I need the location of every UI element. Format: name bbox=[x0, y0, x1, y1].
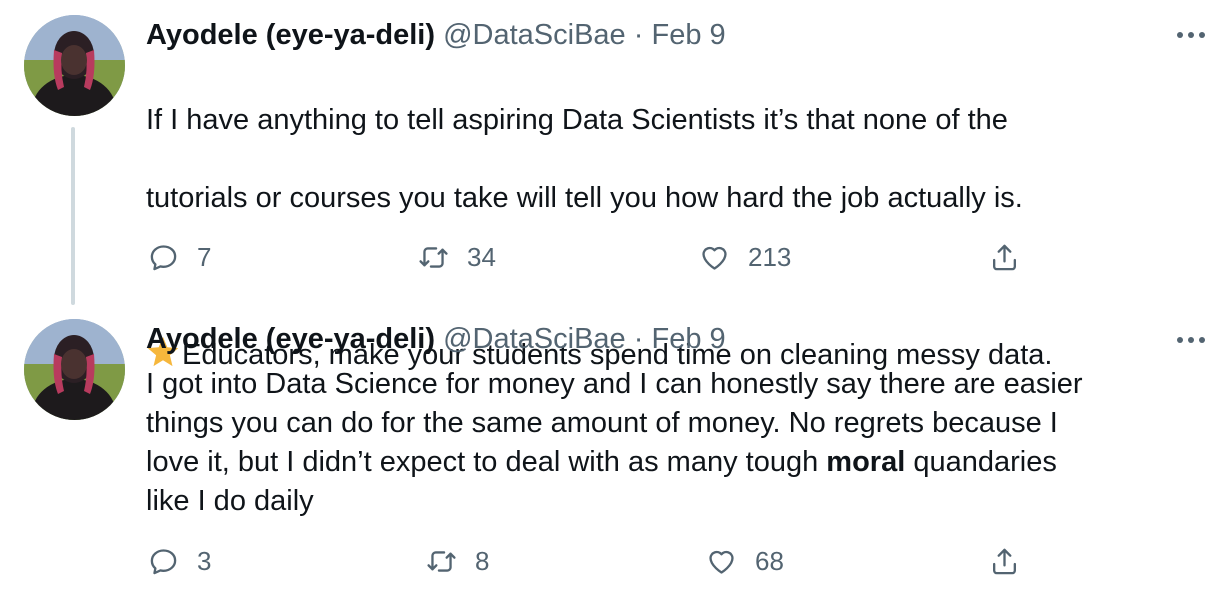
thread-connector-line bbox=[71, 127, 75, 305]
more-options-button[interactable] bbox=[1171, 325, 1211, 355]
tweet-date[interactable]: Feb 9 bbox=[651, 19, 725, 51]
more-options-button[interactable] bbox=[1171, 20, 1211, 50]
tweet-actions: 3 8 68 bbox=[146, 541, 1046, 581]
retweet-count: 34 bbox=[467, 241, 496, 272]
share-button[interactable] bbox=[989, 541, 1038, 581]
tweet[interactable]: Ayodele (eye-ya-deli) @DataSciBae · Feb … bbox=[0, 0, 1231, 371]
author-handle[interactable]: @DataSciBae bbox=[443, 19, 626, 51]
reply-icon bbox=[150, 548, 177, 574]
avatar[interactable] bbox=[24, 15, 125, 116]
retweet-icon bbox=[427, 550, 456, 572]
share-icon bbox=[993, 244, 1016, 270]
reply-button[interactable]: 3 bbox=[148, 541, 211, 581]
retweet-button[interactable]: 8 bbox=[426, 541, 489, 581]
share-icon bbox=[993, 548, 1016, 574]
like-icon bbox=[709, 550, 734, 574]
author-name[interactable]: Ayodele (eye-ya-deli) bbox=[146, 323, 435, 355]
avatar-image bbox=[24, 15, 125, 116]
separator-dot: · bbox=[633, 323, 644, 355]
reply-count: 3 bbox=[197, 545, 212, 576]
tweet-text-line: tutorials or courses you take will tell … bbox=[146, 182, 1023, 214]
tweet-header: Ayodele (eye-ya-deli) @DataSciBae · Feb … bbox=[146, 322, 726, 356]
tweet-text-bold: moral bbox=[826, 446, 906, 478]
like-button[interactable]: 213 bbox=[699, 237, 791, 277]
separator-dot: · bbox=[633, 19, 644, 51]
share-button[interactable] bbox=[989, 237, 1038, 277]
avatar-image bbox=[24, 319, 125, 420]
reply-count: 7 bbox=[197, 241, 212, 272]
avatar[interactable] bbox=[24, 319, 125, 420]
more-icon bbox=[1177, 32, 1205, 38]
tweet[interactable]: Ayodele (eye-ya-deli) @DataSciBae · Feb … bbox=[0, 305, 1231, 600]
retweet-button[interactable]: 34 bbox=[418, 237, 496, 277]
tweet-header: Ayodele (eye-ya-deli) @DataSciBae · Feb … bbox=[146, 18, 726, 52]
reply-icon bbox=[150, 244, 177, 270]
retweet-icon bbox=[419, 246, 448, 268]
tweet-text: I got into Data Science for money and I … bbox=[146, 365, 1206, 521]
like-button[interactable]: 68 bbox=[706, 541, 784, 581]
author-name[interactable]: Ayodele (eye-ya-deli) bbox=[146, 19, 435, 51]
retweet-count: 8 bbox=[475, 545, 490, 576]
reply-button[interactable]: 7 bbox=[148, 237, 211, 277]
tweet-text-line: If I have anything to tell aspiring Data… bbox=[146, 104, 1008, 136]
like-icon bbox=[702, 246, 727, 270]
like-count: 68 bbox=[755, 545, 784, 576]
tweet-actions: 7 34 213 bbox=[146, 237, 1046, 277]
more-icon bbox=[1177, 337, 1205, 343]
author-handle[interactable]: @DataSciBae bbox=[443, 323, 626, 355]
like-count: 213 bbox=[748, 241, 792, 272]
tweet-date[interactable]: Feb 9 bbox=[651, 323, 725, 355]
